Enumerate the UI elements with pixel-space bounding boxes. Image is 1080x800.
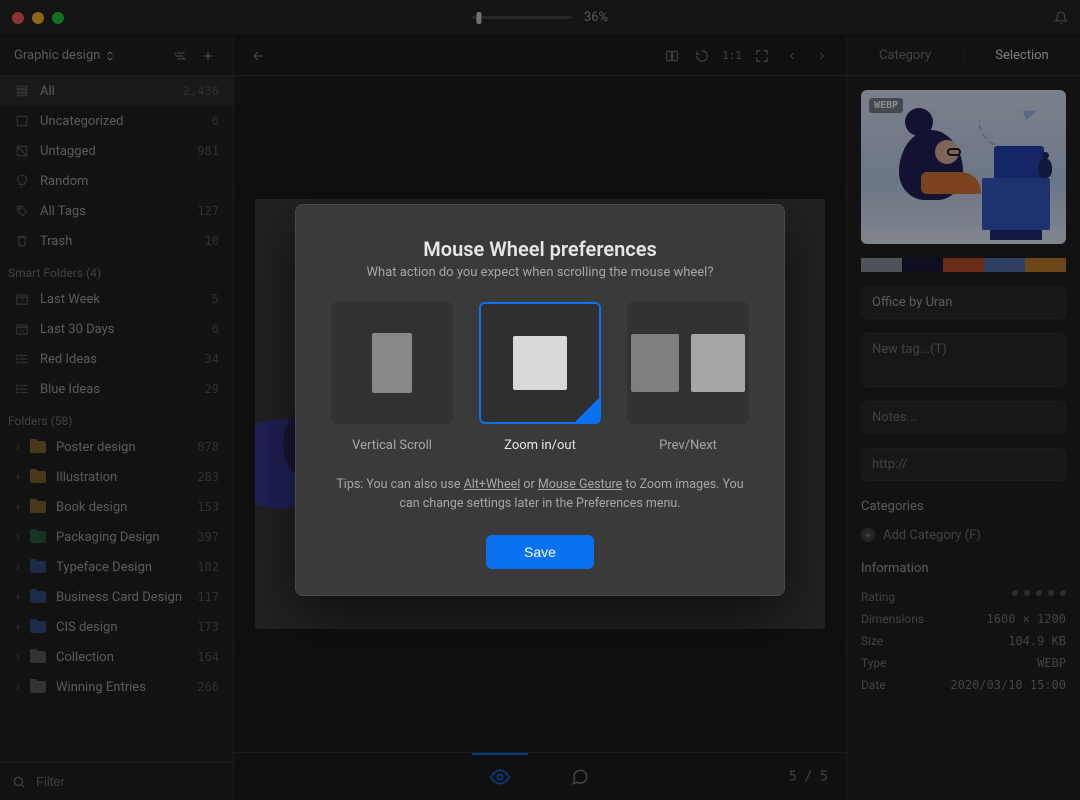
option-prevnext-label: Prev/Next	[659, 438, 717, 453]
modal-overlay[interactable]: Mouse Wheel preferences What action do y…	[0, 0, 1080, 800]
option-vertical-label: Vertical Scroll	[352, 438, 432, 453]
modal-tip: Tips: You can also use Alt+Wheel or Mous…	[334, 475, 746, 514]
tip-shortcut: Alt+Wheel	[464, 477, 521, 492]
option-zoom-label: Zoom in/out	[504, 438, 576, 453]
option-row: Vertical Scroll ✓ Zoom in/out Prev/Next	[328, 302, 752, 453]
option-prev-next[interactable]: Prev/Next	[624, 302, 752, 453]
mouse-wheel-preferences-modal: Mouse Wheel preferences What action do y…	[295, 204, 785, 597]
tip-prefix: Tips: You can also use	[336, 477, 463, 492]
tip-link[interactable]: Mouse Gesture	[538, 477, 622, 492]
save-button[interactable]: Save	[486, 535, 594, 569]
app-window: 36% Graphic design	[0, 0, 1080, 800]
modal-subtitle: What action do you expect when scrolling…	[328, 265, 752, 280]
option-zoom[interactable]: ✓ Zoom in/out	[476, 302, 604, 453]
option-vertical-scroll[interactable]: Vertical Scroll	[328, 302, 456, 453]
modal-title: Mouse Wheel preferences	[328, 237, 752, 261]
tip-or: or	[520, 477, 538, 492]
check-icon: ✓	[587, 408, 596, 421]
